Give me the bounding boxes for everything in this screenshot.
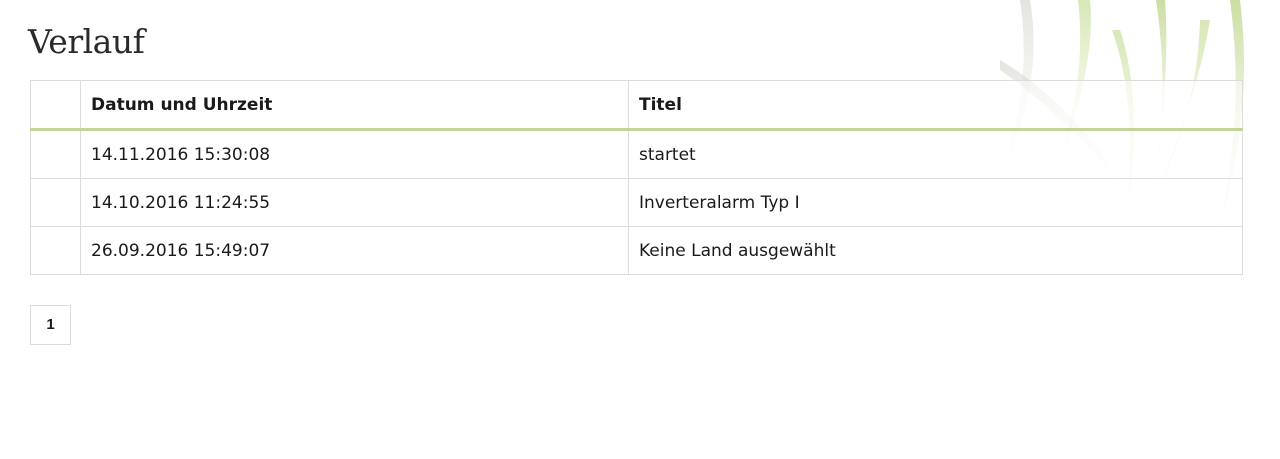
table-row[interactable]: 14.11.2016 15:30:08 startet (30, 129, 1243, 179)
column-header-title[interactable]: Titel (628, 80, 1243, 131)
table-cell-empty (30, 226, 81, 275)
column-header-date[interactable]: Datum und Uhrzeit (80, 80, 629, 131)
history-table: Datum und Uhrzeit Titel 14.11.2016 15:30… (30, 80, 1243, 275)
table-cell-date: 14.11.2016 15:30:08 (80, 129, 629, 179)
table-cell-empty (30, 178, 81, 227)
table-cell-title: Inverteralarm Typ I (628, 178, 1243, 227)
pagination: 1 (30, 305, 71, 345)
table-header-row: Datum und Uhrzeit Titel (30, 80, 1243, 131)
column-header-empty (30, 80, 81, 131)
page-button-1[interactable]: 1 (30, 305, 71, 345)
table-cell-empty (30, 129, 81, 179)
table-cell-date: 14.10.2016 11:24:55 (80, 178, 629, 227)
page-title: Verlauf (28, 22, 145, 61)
table-row[interactable]: 26.09.2016 15:49:07 Keine Land ausgewähl… (30, 226, 1243, 275)
table-row[interactable]: 14.10.2016 11:24:55 Inverteralarm Typ I (30, 178, 1243, 227)
table-cell-date: 26.09.2016 15:49:07 (80, 226, 629, 275)
table-cell-title: Keine Land ausgewählt (628, 226, 1243, 275)
table-cell-title: startet (628, 129, 1243, 179)
